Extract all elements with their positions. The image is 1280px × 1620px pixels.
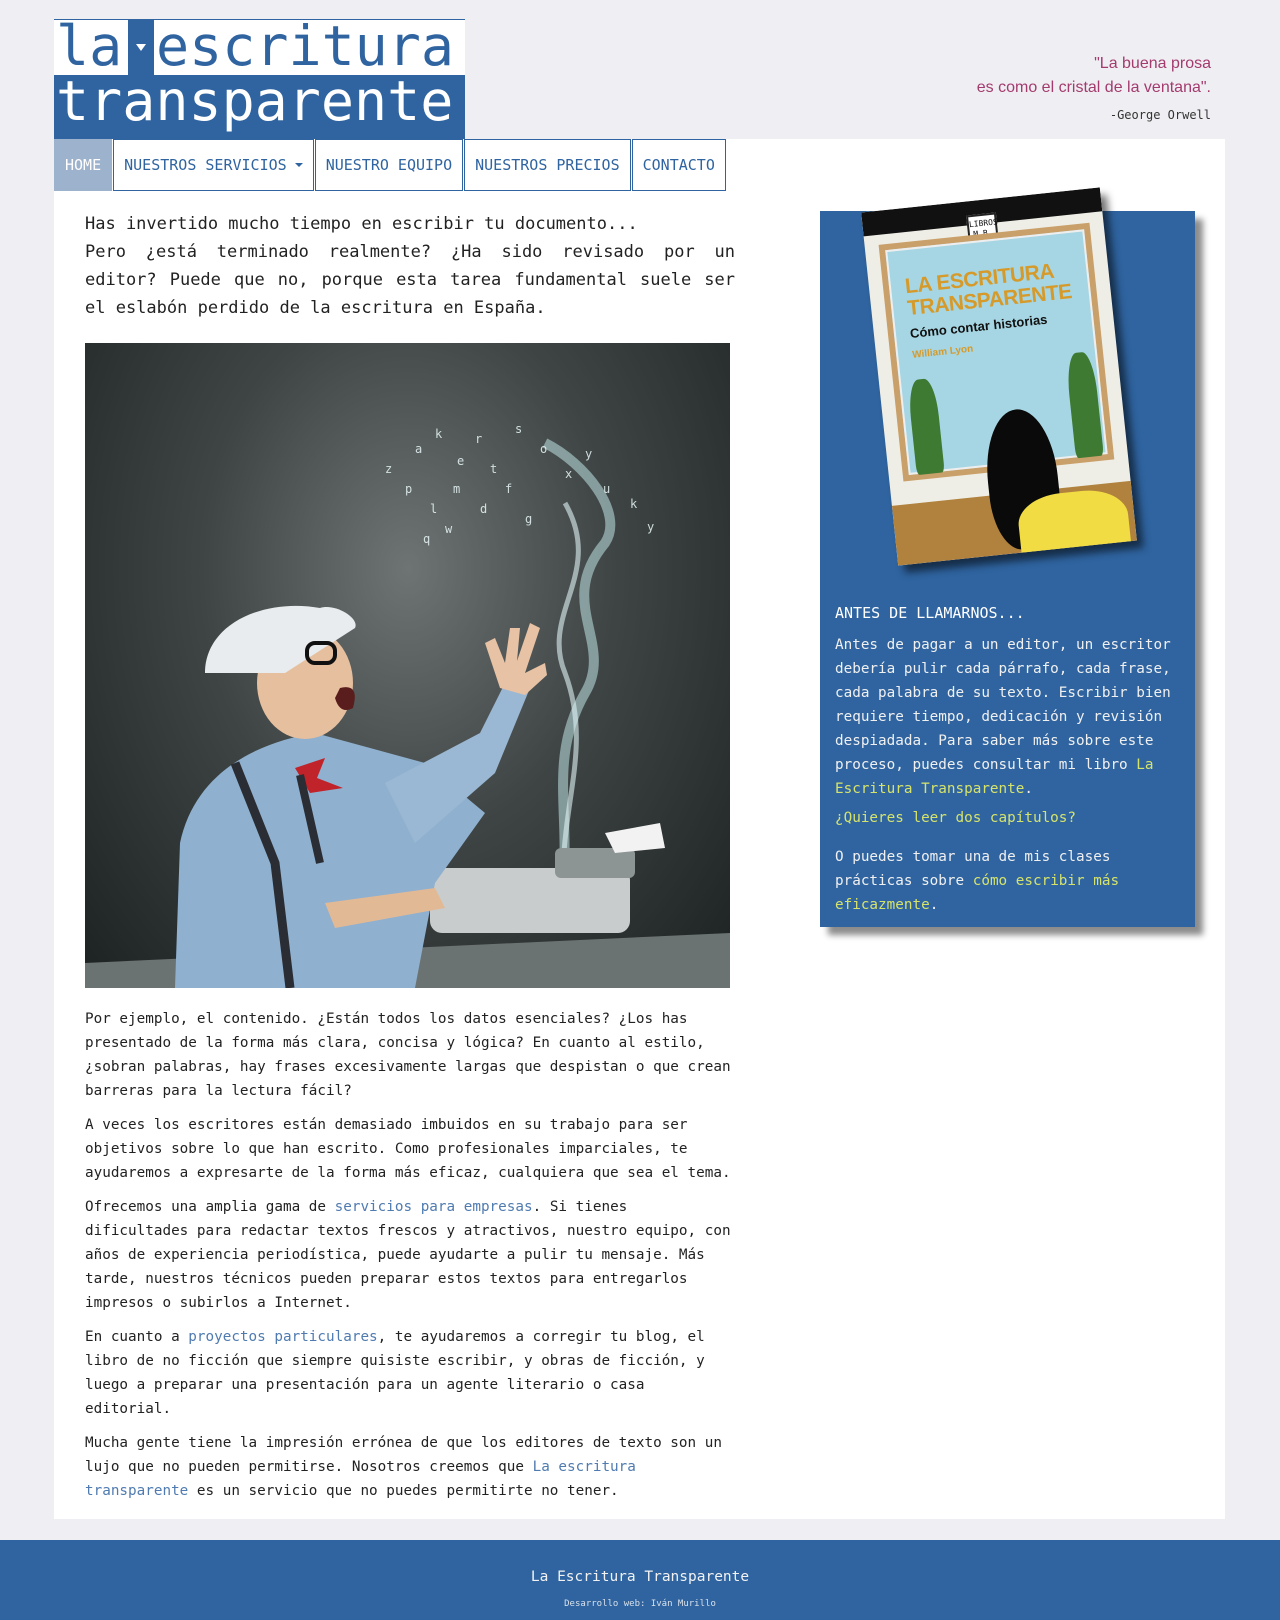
- main-nav: HOME NUESTROS SERVICIOS NUESTRO EQUIPO N…: [54, 139, 727, 191]
- svg-text:y: y: [647, 520, 654, 534]
- svg-text:y: y: [585, 447, 592, 461]
- svg-text:k: k: [630, 497, 638, 511]
- nav-contacto[interactable]: CONTACTO: [631, 139, 726, 191]
- book-author: William Lyon: [911, 343, 974, 361]
- svg-text:k: k: [435, 427, 443, 441]
- svg-text:x: x: [565, 467, 572, 481]
- footer: La Escritura Transparente Desarrollo web…: [0, 1540, 1280, 1620]
- body-text: Por ejemplo, el contenido. ¿Están todos …: [85, 1007, 735, 1513]
- body-paragraph-1: Por ejemplo, el contenido. ¿Están todos …: [85, 1011, 731, 1099]
- svg-text:q: q: [423, 532, 430, 546]
- nav-precios-label: NUESTROS PRECIOS: [475, 156, 620, 174]
- body-paragraph-3: Ofrecemos una amplia gama de servicios p…: [85, 1195, 735, 1315]
- svg-text:a: a: [415, 442, 422, 456]
- nav-servicios-label: NUESTROS SERVICIOS: [124, 156, 287, 174]
- quote-line-2: es como el cristal de la ventana".: [976, 79, 1211, 96]
- svg-text:s: s: [515, 422, 522, 436]
- logo-word-transparente: transparente: [56, 69, 454, 133]
- header-quote: "La buena prosa es como el cristal de la…: [977, 52, 1211, 100]
- nav-equipo-label: NUESTRO EQUIPO: [325, 156, 453, 174]
- quote-author: -George Orwell: [1109, 108, 1211, 122]
- p3-post: . Si tienes dificultades para redactar t…: [85, 1199, 731, 1311]
- intro-line-2: Pero ¿está terminado realmente? ¿Ha sido…: [85, 242, 735, 318]
- svg-text:u: u: [603, 482, 610, 496]
- hero-image-writer-typewriter: ake rts oxy uky plm dfg zqw: [85, 343, 730, 988]
- footer-developer-credit: Desarrollo web: Iván Murillo: [564, 1599, 716, 1609]
- sidebar-paragraph-1: Antes de pagar a un editor, un escritor …: [835, 633, 1175, 801]
- sidebar-heading: ANTES DE LLAMARNOS...: [835, 604, 1025, 622]
- logo-triangle-icon: [136, 44, 146, 51]
- svg-text:l: l: [430, 502, 437, 516]
- nav-nuestro-equipo[interactable]: NUESTRO EQUIPO: [314, 139, 464, 191]
- p5-post: es un servicio que no puedes permitirte …: [188, 1483, 619, 1499]
- nav-nuestros-servicios[interactable]: NUESTROS SERVICIOS: [113, 139, 314, 191]
- sidebar-p1-pre: Antes de pagar a un editor, un escritor …: [835, 637, 1171, 773]
- svg-text:g: g: [525, 512, 532, 526]
- sidebar-link-chapters[interactable]: ¿Quieres leer dos capítulos?: [835, 810, 1076, 826]
- book-tree-left: [906, 377, 945, 476]
- link-proyectos-particulares[interactable]: proyectos particulares: [188, 1329, 377, 1345]
- nav-home-label: HOME: [65, 156, 102, 174]
- caret-down-icon: [294, 163, 303, 167]
- logo-word-escritura: escritura: [156, 14, 455, 78]
- logo-line-1: la escritura: [56, 16, 454, 76]
- body-paragraph-4: En cuanto a proyectos particulares, te a…: [85, 1325, 735, 1421]
- sidebar-paragraph-2: O puedes tomar una de mis clases práctic…: [835, 845, 1175, 917]
- p4-pre: En cuanto a: [85, 1329, 189, 1345]
- hero-illustration: ake rts oxy uky plm dfg zqw: [85, 422, 730, 988]
- sidebar-p1-post: .: [1024, 781, 1033, 797]
- svg-text:z: z: [385, 462, 392, 476]
- nav-contacto-label: CONTACTO: [642, 156, 715, 174]
- intro-line-1: Has invertido mucho tiempo en escribir t…: [85, 214, 638, 234]
- footer-site-name: La Escritura Transparente: [530, 1569, 750, 1585]
- svg-text:w: w: [445, 522, 453, 536]
- book-tree-right: [1065, 351, 1104, 459]
- svg-text:e: e: [457, 454, 464, 468]
- svg-text:f: f: [505, 482, 512, 496]
- book-title: LA ESCRITURA TRANSPARENTE: [903, 259, 1073, 321]
- intro-text: Has invertido mucho tiempo en escribir t…: [85, 210, 735, 322]
- svg-text:o: o: [540, 442, 547, 456]
- site-logo[interactable]: la escritura transparente: [54, 16, 465, 140]
- body-paragraph-5: Mucha gente tiene la impresión errónea d…: [85, 1431, 735, 1503]
- svg-text:d: d: [480, 502, 487, 516]
- svg-text:p: p: [405, 482, 412, 496]
- nav-nuestros-precios[interactable]: NUESTROS PRECIOS: [464, 139, 631, 191]
- svg-text:m: m: [453, 482, 460, 496]
- link-servicios-empresas[interactable]: servicios para empresas: [335, 1199, 533, 1215]
- sidebar-p2-post: .: [929, 897, 939, 913]
- book-cover-image[interactable]: LIBROS M.B. LA ESCRITURA TRANSPARENTE Có…: [861, 187, 1137, 566]
- nav-home[interactable]: HOME: [54, 139, 113, 191]
- p3-pre: Ofrecemos una amplia gama de: [85, 1199, 335, 1215]
- svg-text:r: r: [475, 432, 482, 446]
- body-paragraph-2: A veces los escritores están demasiado i…: [85, 1117, 731, 1181]
- quote-line-1: "La buena prosa: [1094, 55, 1211, 72]
- svg-text:t: t: [490, 462, 497, 476]
